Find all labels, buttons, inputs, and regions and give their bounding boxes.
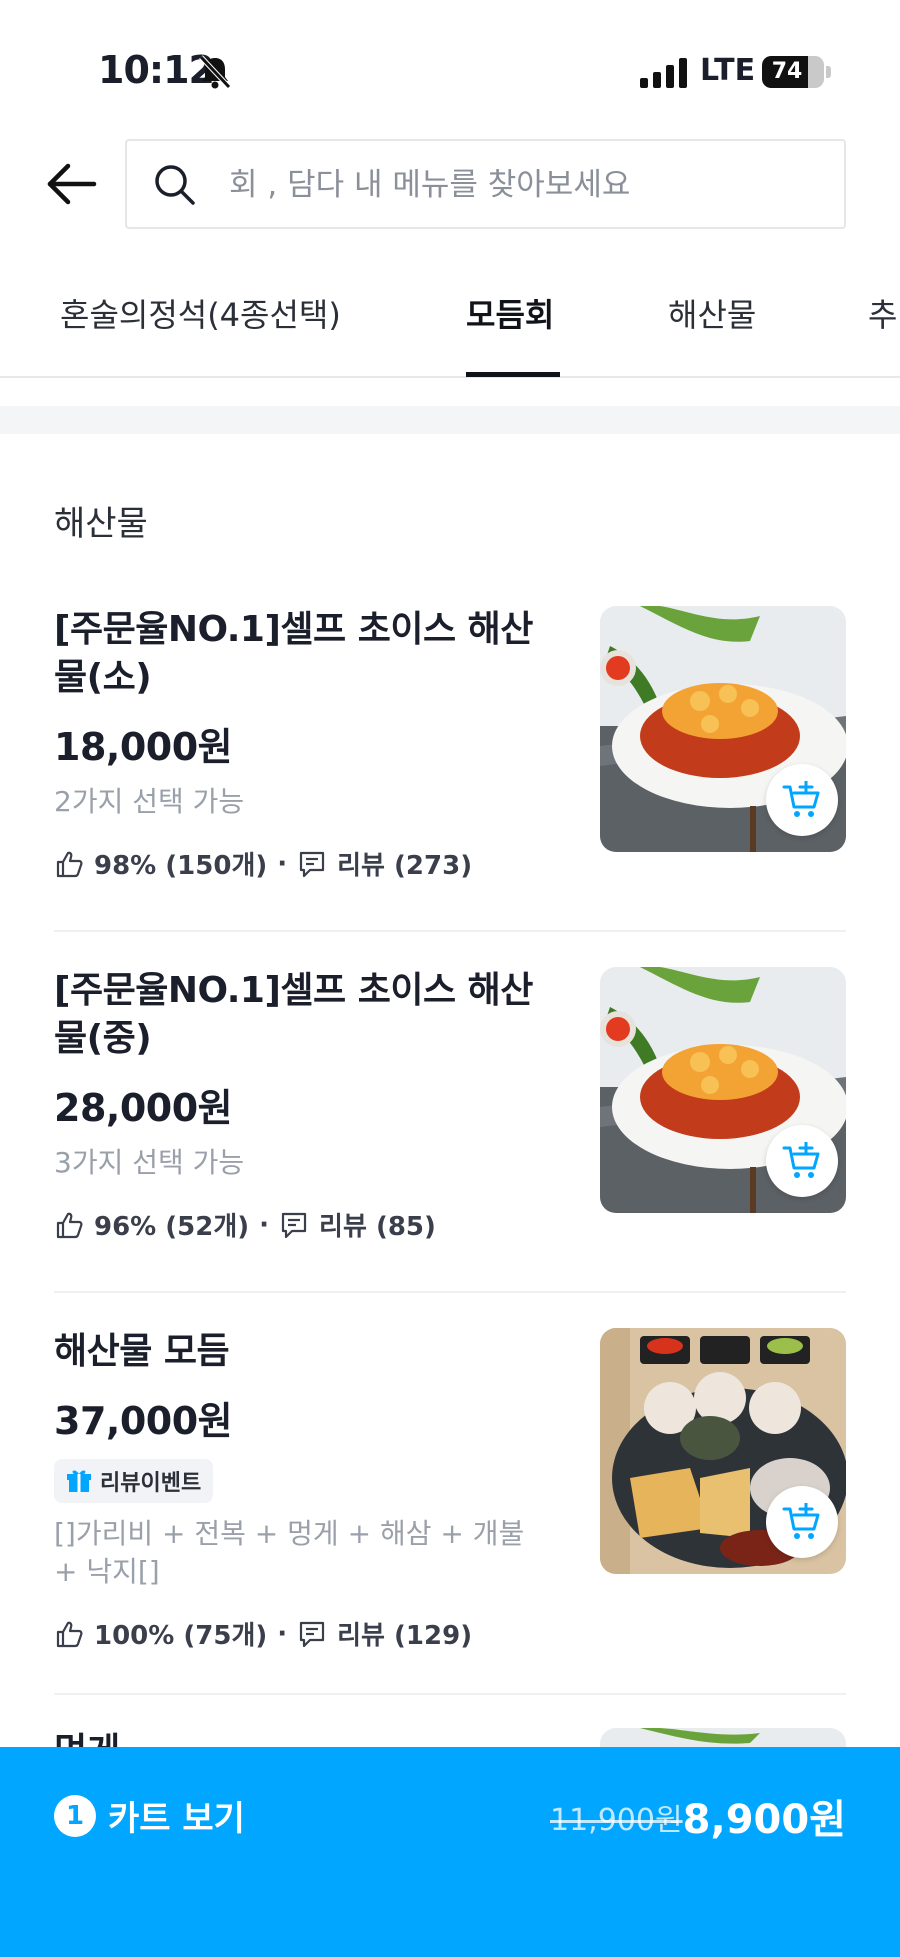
menu-item-image — [600, 1728, 846, 1747]
menu-item[interactable]: [주문율NO.1]셀프 초이스 해산물(소) 18,000원 2가지 선택 가능… — [54, 606, 846, 906]
search-input[interactable] — [229, 157, 819, 213]
dish-image-peek — [600, 1728, 846, 1747]
menu-item-image — [600, 606, 846, 852]
cart-original-price: 11,900원 — [550, 1803, 683, 1838]
back-arrow-icon[interactable] — [44, 160, 100, 208]
active-tab-indicator — [466, 372, 560, 377]
gift-icon — [67, 1470, 91, 1492]
signal-icon — [640, 58, 687, 88]
view-cart-bar[interactable]: 1 카트 보기 11,900원 8,900원 — [0, 1747, 900, 1957]
status-time: 10:12 — [98, 48, 215, 92]
menu-item-desc: 3가지 선택 가능 — [54, 1146, 245, 1179]
menu-item-image — [600, 1328, 846, 1574]
battery-level: 74 — [771, 59, 803, 84]
review-icon — [281, 1212, 307, 1238]
menu-item[interactable]: 해산물 모듬 37,000원 리뷰이벤트 []가리비 + 전복 + 멍게 + 해… — [54, 1328, 846, 1668]
review-count: 리뷰 (273) — [337, 851, 473, 881]
bell-muted-icon — [199, 55, 231, 89]
menu-item-name[interactable]: 멍게 — [54, 1728, 120, 1747]
stat-separator: · — [277, 848, 288, 879]
add-cart-icon — [782, 1503, 820, 1539]
item-divider — [54, 930, 846, 932]
stat-separator: · — [259, 1209, 270, 1240]
menu-item-stats: 100% (75개) · 리뷰 (129) — [54, 1615, 846, 1652]
item-divider — [54, 1693, 846, 1695]
review-icon — [300, 851, 325, 877]
battery-icon: 74 — [762, 56, 824, 88]
menu-item-name: [주문율NO.1]셀프 초이스 해산물(중) — [54, 970, 533, 1059]
review-count: 리뷰 (129) — [337, 1621, 473, 1651]
menu-item[interactable]: [주문율NO.1]셀프 초이스 해산물(중) 28,000원 3가지 선택 가능… — [54, 967, 846, 1267]
menu-item-image — [600, 967, 846, 1213]
item-divider — [54, 1291, 846, 1293]
add-to-cart-button[interactable] — [766, 1125, 838, 1197]
search-box[interactable] — [125, 139, 846, 229]
tab-next-category[interactable]: 추 — [868, 290, 897, 376]
stat-separator: · — [277, 1618, 288, 1649]
menu-item-name: [주문율NO.1]셀프 초이스 해산물(소) — [54, 609, 533, 698]
add-to-cart-button[interactable] — [766, 1486, 838, 1558]
add-cart-icon — [782, 1142, 820, 1178]
battery-tip — [826, 66, 831, 78]
menu-item-desc: 2가지 선택 가능 — [54, 785, 245, 818]
like-rate: 96% (52개) — [94, 1212, 250, 1242]
like-rate: 98% (150개) — [94, 851, 268, 881]
cart-count-badge: 1 — [54, 1795, 96, 1837]
tab-modeumhoe[interactable]: 모듬회 — [466, 290, 554, 376]
add-to-cart-button[interactable] — [766, 764, 838, 836]
tab-honsul[interactable]: 혼술의정석(4종선택) — [60, 290, 341, 376]
review-icon — [300, 1621, 325, 1647]
thumbs-up-icon — [56, 851, 83, 877]
section-title: 해산물 — [54, 504, 148, 544]
category-tab-bar: 혼술의정석(4종선택) 모듬회 해산물 추 — [0, 270, 900, 378]
thumbs-up-icon — [56, 1621, 83, 1647]
menu-item-desc: []가리비 + 전복 + 멍게 + 해삼 + 개불 + 낙지[] — [54, 1517, 525, 1588]
status-bar: 10:12 LTE 74 — [0, 0, 900, 120]
badge-label: 리뷰이벤트 — [100, 1471, 202, 1496]
search-icon — [155, 165, 195, 205]
network-label: LTE — [700, 53, 756, 88]
review-count: 리뷰 (85) — [319, 1212, 436, 1242]
view-cart-label: 카트 보기 — [108, 1799, 245, 1839]
thumbs-up-icon — [56, 1212, 83, 1238]
like-rate: 100% (75개) — [94, 1621, 268, 1651]
tab-haesanmul[interactable]: 해산물 — [668, 290, 756, 376]
menu-item-name: 해산물 모듬 — [54, 1331, 230, 1372]
section-separator — [0, 406, 900, 434]
add-cart-icon — [782, 781, 820, 817]
cart-total-price: 8,900원 — [682, 1797, 846, 1843]
review-event-badge: 리뷰이벤트 — [54, 1459, 214, 1503]
